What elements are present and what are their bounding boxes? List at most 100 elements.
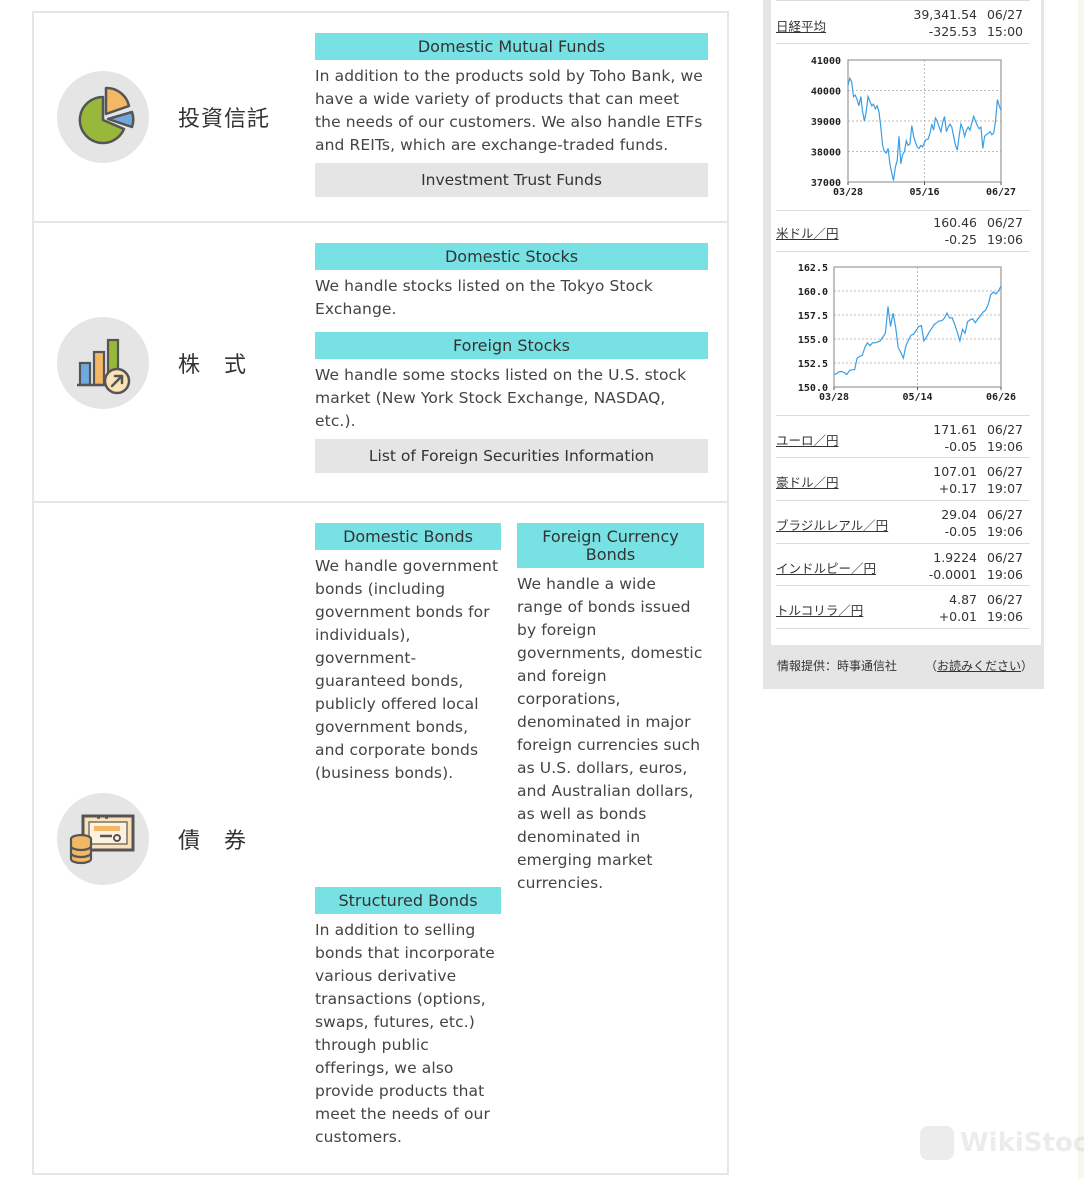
y-tick-label: 40000 (811, 87, 841, 98)
y-tick-label: 152.5 (798, 359, 828, 370)
quote-time: 19:06 (986, 524, 1023, 539)
section-header: Foreign Stocks (315, 332, 708, 359)
quote-name-link[interactable]: トルコリラ／円 (776, 600, 863, 619)
quote-time: 19:06 (986, 439, 1023, 454)
quote-row: 米ドル／円 160.46 06/27 -0.25 19:06 (776, 210, 1030, 252)
products-table: 投資信託 Domestic Mutual Funds In addition t… (32, 11, 729, 1175)
x-tick-label: 03/28 (833, 187, 863, 198)
section-description: We handle government bonds (including go… (315, 557, 499, 782)
x-tick-label: 06/27 (986, 187, 1016, 198)
please-read-link[interactable]: お読みください (937, 659, 1021, 673)
quote-change: +0.17 (938, 481, 977, 496)
y-tick-label: 162.5 (798, 263, 828, 274)
page-edge-strip (1078, 0, 1084, 1179)
quote-change: -0.0001 (928, 567, 977, 582)
quote-values: 171.61 06/27 -0.05 19:06 (907, 421, 1023, 455)
quote-values: 29.04 06/27 -0.05 19:06 (907, 506, 1023, 540)
quote-value: 1.9224 (933, 550, 977, 565)
usdjpy-chart: 150.0 152.5 155.0 157.5 160.0 162.5 03/28 05/14… (771, 252, 1041, 415)
quote-date: 06/27 (986, 464, 1023, 479)
quote-value: 4.87 (949, 592, 977, 607)
section-description: In addition to the products sold by Toho… (315, 67, 703, 154)
investment-trust-funds-button[interactable]: Investment Trust Funds (315, 163, 708, 197)
y-tick-label: 41000 (811, 56, 841, 67)
category-title: 株 式 (178, 353, 248, 378)
quote-date: 06/27 (986, 592, 1023, 607)
quote-date: 06/27 (986, 7, 1023, 22)
quote-values: 39,341.54 06/27 -325.53 15:00 (907, 6, 1023, 40)
quote-row: ブラジルレアル／円 29.04 06/27 -0.05 19:06 (776, 501, 1030, 544)
quote-value: 29.04 (941, 507, 977, 522)
section-description: In addition to selling bonds that incorp… (315, 921, 495, 1146)
x-tick-label: 05/16 (909, 187, 939, 198)
x-tick-label: 03/28 (819, 392, 849, 403)
quote-values: 1.9224 06/27 -0.0001 19:06 (907, 549, 1023, 583)
section-header: Structured Bonds (315, 887, 501, 914)
category-title: 投資信託 (178, 107, 271, 132)
section-header: Foreign Currency Bonds (517, 523, 704, 568)
quote-time: 19:06 (986, 232, 1023, 247)
quote-value: 39,341.54 (913, 7, 977, 22)
paren-close: ） (1021, 659, 1034, 673)
product-section: Domestic Stocks We handle stocks listed … (315, 243, 708, 473)
watermark-text: WikiStock (960, 1128, 1084, 1158)
section-description: We handle some stocks listed on the U.S.… (315, 366, 687, 430)
quote-row: 豪ドル／円 107.01 06/27 +0.17 19:07 (776, 458, 1030, 501)
bond-certificate-icon (57, 793, 149, 885)
data-source-label: 情報提供：時事通信社 (777, 659, 898, 673)
quote-row: インドルピー／円 1.9224 06/27 -0.0001 19:06 (776, 544, 1030, 586)
foreign-securities-list-button[interactable]: List of Foreign Securities Information (315, 439, 708, 473)
quote-date: 06/27 (986, 422, 1023, 437)
quote-value: 160.46 (933, 215, 977, 230)
product-row-investment-trusts: 投資信託 Domestic Mutual Funds In addition t… (34, 13, 727, 223)
quote-name-link[interactable]: 豪ドル／円 (776, 472, 839, 491)
quote-name-link[interactable]: 米ドル／円 (776, 223, 839, 242)
y-tick-label: 157.5 (798, 311, 828, 322)
product-row-bonds: 債 券 Domestic Bonds We handle government … (34, 503, 727, 1173)
product-section: Foreign Currency Bonds We handle a wide … (517, 523, 704, 895)
quote-change: -0.05 (944, 439, 977, 454)
product-section: Domestic Mutual Funds In addition to the… (315, 33, 708, 197)
x-tick-label: 05/14 (902, 392, 932, 403)
quote-name-link[interactable]: ブラジルレアル／円 (776, 515, 888, 534)
quote-time: 19:07 (986, 481, 1023, 496)
y-tick-label: 39000 (811, 117, 841, 128)
quote-name-link[interactable]: インドルピー／円 (776, 558, 876, 577)
quote-time: 19:06 (986, 609, 1023, 624)
paren-open: （ (925, 659, 938, 673)
usdjpy-chart-svg: 150.0152.5155.0157.5160.0162.503/28 05/14… (798, 263, 1016, 403)
quote-date: 06/27 (986, 215, 1023, 230)
section-description: We handle stocks listed on the Tokyo Sto… (315, 277, 653, 318)
section-description: We handle a wide range of bonds issued b… (517, 575, 703, 892)
quote-row: トルコリラ／円 4.87 06/27 +0.01 19:06 (776, 586, 1030, 629)
section-header: Domestic Stocks (315, 243, 708, 270)
quote-value: 171.61 (933, 422, 977, 437)
quote-values: 107.01 06/27 +0.17 19:07 (907, 463, 1023, 497)
nikkei-chart-svg: 370003800039000400004100003/28 05/16 06/27 (811, 56, 1016, 198)
quote-date: 06/27 (986, 507, 1023, 522)
quote-time: 15:00 (986, 24, 1023, 39)
market-quotes: 日経平均 39,341.54 06/27 -325.53 15:00 37000 38… (771, 0, 1041, 645)
section-header: Domestic Mutual Funds (315, 33, 708, 60)
quote-values: 4.87 06/27 +0.01 19:06 (907, 591, 1023, 625)
quote-value: 107.01 (933, 464, 977, 479)
product-section: Structured Bonds In addition to selling … (315, 887, 501, 1149)
quote-time: 19:06 (986, 567, 1023, 582)
quote-change: -0.25 (944, 232, 977, 247)
quote-date: 06/27 (986, 550, 1023, 565)
quote-name-link[interactable]: 日経平均 (776, 16, 826, 35)
product-row-stocks: 株 式 Domestic Stocks We handle stocks lis… (34, 223, 727, 503)
quote-row: 日経平均 39,341.54 06/27 -325.53 15:00 (776, 0, 1030, 44)
market-info-panel: 日経平均 39,341.54 06/27 -325.53 15:00 37000 38… (763, 0, 1044, 689)
wikistock-logo-icon (920, 1126, 954, 1160)
quote-change: +0.01 (938, 609, 977, 624)
watermark: WikiStock (918, 1124, 1084, 1164)
quote-name-link[interactable]: ユーロ／円 (776, 430, 839, 449)
bar-chart-growth-icon (57, 317, 149, 409)
pie-chart-icon (57, 71, 149, 163)
quote-change: -325.53 (928, 24, 977, 39)
product-section: Domestic Bonds We handle government bond… (315, 523, 501, 785)
section-header: Domestic Bonds (315, 523, 501, 550)
quote-values: 160.46 06/27 -0.25 19:06 (907, 214, 1023, 248)
y-tick-label: 155.0 (798, 335, 828, 346)
